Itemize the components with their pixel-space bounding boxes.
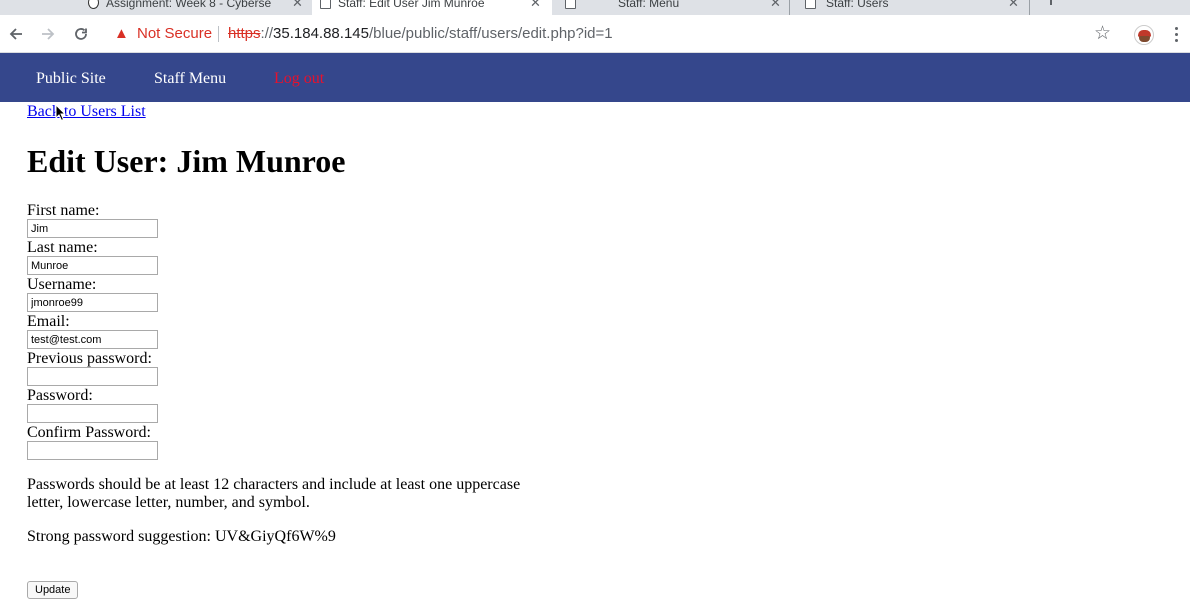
tab-title: Staff: Users [826,0,889,10]
avatar-face-shape [1139,36,1150,42]
tab-separator [1029,0,1030,15]
close-tab-icon[interactable]: ✕ [1008,0,1019,11]
tab-edit-user[interactable]: Staff: Edit User Jim Munroe ✕ [312,0,552,15]
url-scheme: https [228,25,261,42]
first-name-input[interactable] [27,219,158,238]
tab-title: Staff: Edit User Jim Munroe [338,0,485,10]
browser-tab-strip: Assignment: Week 8 - Cyberse ✕ Staff: Ed… [0,0,1190,15]
password-requirements-text: Passwords should be at least 12 characte… [27,476,521,511]
tab-title: Assignment: Week 8 - Cyberse [106,0,272,10]
tab-staff-users[interactable]: Staff: Users ✕ [790,0,1030,15]
update-button[interactable]: Update [27,581,79,599]
forward-arrow-icon[interactable] [38,24,58,44]
page-favicon-icon [565,0,576,9]
address-bar[interactable]: ▲ Not Secure https://35.184.88.145/blue/… [108,20,1118,48]
back-to-users-link[interactable]: Back to Users List [27,103,146,121]
confirm-password-label: Confirm Password: [27,424,151,441]
email-input[interactable] [27,330,158,349]
previous-password-input[interactable] [27,367,158,386]
staff-navbar: Public Site Staff Menu Log out [0,53,1190,102]
confirm-password-input[interactable] [27,441,158,460]
username-input[interactable] [27,293,158,312]
back-arrow-icon[interactable] [6,24,26,44]
security-status-label[interactable]: Not Secure [137,25,212,43]
page-title: Edit User: Jim Munroe [27,143,346,179]
url-text[interactable]: https://35.184.88.145/blue/public/staff/… [228,25,613,43]
new-tab-plus-icon[interactable] [1050,0,1052,5]
warning-triangle-icon[interactable]: ▲ [114,25,129,43]
page-favicon-icon [805,0,816,9]
close-tab-icon[interactable]: ✕ [292,0,303,11]
close-tab-icon[interactable]: ✕ [770,0,781,11]
reload-icon[interactable] [71,24,91,44]
bookmark-star-icon[interactable]: ☆ [1094,24,1111,44]
tab-staff-menu[interactable]: Staff: Menu ✕ [552,0,790,15]
browser-toolbar: ▲ Not Secure https://35.184.88.145/blue/… [0,15,1190,53]
nav-logout-link[interactable]: Log out [274,70,324,88]
last-name-input[interactable] [27,256,158,275]
nav-public-site-link[interactable]: Public Site [36,70,106,88]
profile-avatar[interactable] [1134,25,1154,45]
close-tab-icon[interactable]: ✕ [530,0,541,11]
password-label: Password: [27,387,93,404]
email-label: Email: [27,313,70,330]
first-name-label: First name: [27,202,100,219]
tab-title: Staff: Menu [618,0,680,10]
username-label: Username: [27,276,97,293]
last-name-label: Last name: [27,239,98,256]
password-input[interactable] [27,404,158,423]
previous-password-label: Previous password: [27,350,152,367]
browser-menu-icon[interactable] [1166,24,1186,44]
omnibox-divider [218,26,219,42]
page-favicon-icon [320,0,331,9]
nav-staff-menu-link[interactable]: Staff Menu [154,70,226,88]
url-separator: :// [260,25,274,42]
site-favicon-icon [88,0,99,9]
url-host: 35.184.88.145 [273,25,369,42]
tab-assignment[interactable]: Assignment: Week 8 - Cyberse ✕ [80,0,312,15]
password-suggestion-text: Strong password suggestion: UV&GiyQf6W%9 [27,528,336,545]
url-path: /blue/public/staff/users/edit.php?id=1 [368,25,613,42]
